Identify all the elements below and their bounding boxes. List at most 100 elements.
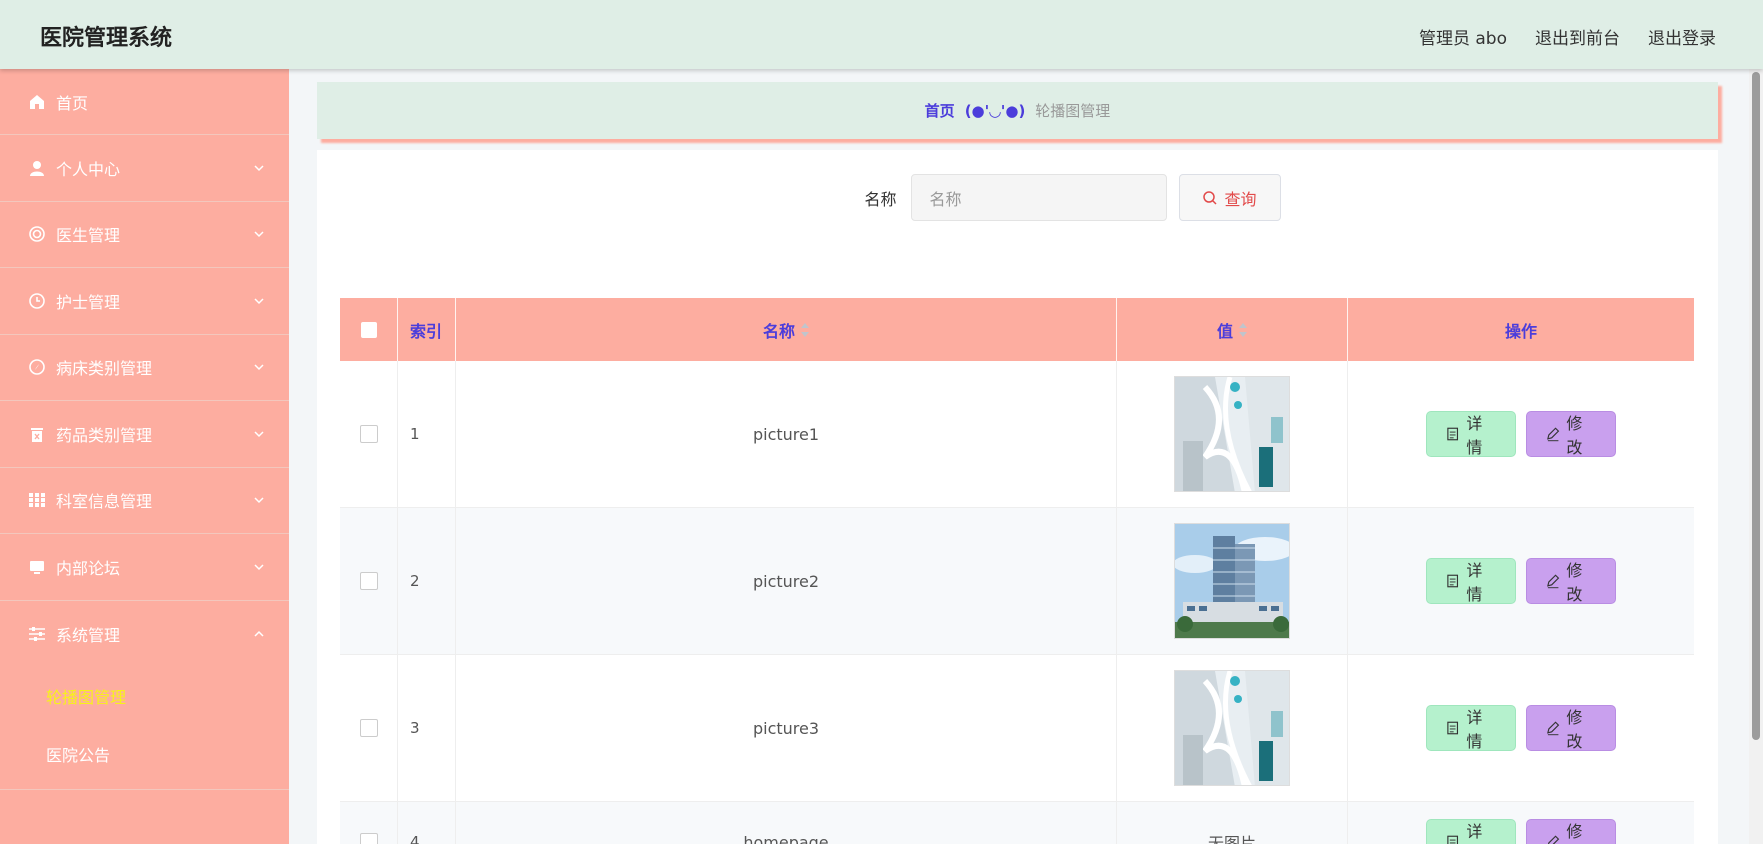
lifebuoy-icon	[28, 225, 46, 243]
pencil-icon	[1547, 835, 1560, 844]
row-checkbox[interactable]	[359, 833, 378, 844]
edit-button[interactable]: 修改	[1526, 819, 1616, 844]
row-name: picture3	[456, 655, 1117, 801]
header-index: 索引	[398, 298, 456, 361]
row-checkbox[interactable]	[359, 425, 378, 443]
header-value[interactable]: 值	[1117, 298, 1348, 361]
detail-button-label: 详情	[1466, 561, 1483, 604]
edit-button-label: 修改	[1566, 414, 1583, 457]
sidebar-item-profile[interactable]: 个人中心	[0, 135, 289, 202]
row-name: homepage	[456, 802, 1117, 844]
sidebar-item-label: 首页	[56, 93, 89, 113]
pencil-icon	[1547, 427, 1560, 442]
header-name[interactable]: 名称	[456, 298, 1117, 361]
search-bar: 名称 名称 查询	[317, 174, 1718, 221]
chevron-down-icon	[254, 431, 264, 437]
pencil-icon	[1547, 574, 1560, 589]
table-row: 1 picture1 详情 修改	[340, 361, 1694, 508]
detail-button[interactable]: 详情	[1426, 558, 1516, 604]
breadcrumb-emoticon: (●'◡'●)	[964, 101, 1026, 120]
sidebar-item-label: 医生管理	[56, 226, 121, 246]
sidebar-item-label: 内部论坛	[56, 558, 121, 578]
sidebar-item-forum[interactable]: 内部论坛	[0, 534, 289, 601]
exit-to-front-link[interactable]: 退出到前台	[1535, 24, 1620, 49]
sidebar-item-label: 病床类别管理	[56, 359, 153, 379]
sidebar-item-departments[interactable]: 科室信息管理	[0, 468, 289, 534]
sidebar-item-drug-categories[interactable]: 药品类别管理	[0, 401, 289, 468]
submenu-item-carousel[interactable]: 轮播图管理	[0, 667, 289, 725]
detail-button[interactable]: 详情	[1426, 411, 1516, 457]
monitor-icon	[28, 558, 46, 576]
sidebar-item-system[interactable]: 系统管理	[0, 601, 289, 668]
document-icon	[1447, 721, 1459, 735]
sidebar-item-label: 个人中心	[56, 159, 121, 179]
row-checkbox[interactable]	[359, 719, 378, 737]
content-panel: 名称 名称 查询 索引 名称 值 操作 1 picture1 详情 修改 2 p…	[317, 150, 1718, 844]
edit-button-label: 修改	[1566, 708, 1583, 751]
detail-button-label: 详情	[1466, 708, 1483, 751]
document-icon	[1447, 574, 1459, 588]
search-button[interactable]: 查询	[1178, 174, 1281, 221]
admin-user-label[interactable]: 管理员 abo	[1419, 24, 1507, 49]
pencil-icon	[1547, 721, 1560, 736]
detail-button[interactable]: 详情	[1426, 819, 1516, 844]
logout-link[interactable]: 退出登录	[1648, 24, 1716, 49]
chevron-down-icon	[254, 497, 264, 504]
detail-button[interactable]: 详情	[1426, 705, 1516, 751]
app-title: 医院管理系统	[40, 26, 173, 51]
select-all-checkbox[interactable]	[360, 321, 377, 338]
search-label: 名称	[864, 189, 897, 209]
detail-button-label: 详情	[1466, 414, 1483, 457]
chevron-down-icon	[254, 364, 264, 371]
table-header: 索引 名称 值 操作	[340, 298, 1694, 361]
chevron-up-icon	[254, 630, 264, 637]
sidebar-item-label: 科室信息管理	[56, 492, 153, 512]
table-row: 4 homepage 无图片 详情 修改	[340, 802, 1694, 844]
sidebar-item-bed-categories[interactable]: 病床类别管理	[0, 335, 289, 401]
sidebar-item-label: 护士管理	[56, 292, 121, 312]
row-select-cell	[340, 508, 398, 654]
sort-icon[interactable]	[1239, 322, 1247, 337]
chevron-down-icon	[254, 165, 264, 171]
grid-icon	[28, 491, 46, 509]
sidebar: 首页 个人中心 医生管理 护士管理 病床类别管理 药品类别管理 科室信息管理 内…	[0, 69, 289, 844]
page-scrollbar-thumb[interactable]	[1752, 72, 1760, 740]
edit-button-label: 修改	[1566, 822, 1583, 841]
row-value: 无图片	[1117, 802, 1348, 844]
sidebar-item-doctors[interactable]: 医生管理	[0, 202, 289, 268]
sidebar-item-label: 系统管理	[56, 625, 121, 645]
row-name: picture2	[456, 508, 1117, 654]
edit-button-label: 修改	[1566, 561, 1583, 604]
edit-button[interactable]: 修改	[1526, 558, 1616, 604]
breadcrumb: 首页 (●'◡'●) 轮播图管理	[317, 82, 1718, 139]
row-index: 4	[398, 802, 456, 844]
row-name: picture1	[456, 361, 1117, 507]
sort-icon[interactable]	[801, 322, 809, 337]
header-actions: 操作	[1504, 321, 1537, 341]
clock-icon	[28, 292, 46, 310]
row-actions: 详情 修改	[1348, 361, 1694, 507]
search-input[interactable]: 名称	[910, 174, 1167, 221]
header-actions: 管理员 abo 退出到前台 退出登录	[1419, 24, 1716, 49]
chevron-down-icon	[254, 298, 264, 304]
breadcrumb-current: 轮播图管理	[1035, 102, 1111, 120]
header-value-label: 值	[1216, 321, 1233, 341]
row-index: 1	[398, 361, 456, 507]
compass-icon	[28, 358, 46, 376]
edit-button[interactable]: 修改	[1526, 705, 1616, 751]
user-icon	[28, 159, 46, 177]
submenu-item-announcements[interactable]: 医院公告	[0, 725, 289, 783]
trash-icon	[28, 425, 46, 443]
row-actions: 详情 修改	[1348, 655, 1694, 801]
sidebar-item-nurses[interactable]: 护士管理	[0, 268, 289, 335]
edit-button[interactable]: 修改	[1526, 411, 1616, 457]
row-checkbox[interactable]	[359, 572, 378, 590]
sidebar-item-home[interactable]: 首页	[0, 69, 289, 135]
document-icon	[1447, 835, 1459, 844]
row-value	[1117, 655, 1348, 801]
row-select-cell	[340, 802, 398, 844]
row-value	[1117, 361, 1348, 507]
document-icon	[1447, 427, 1459, 441]
breadcrumb-home[interactable]: 首页	[925, 100, 955, 121]
row-select-cell	[340, 361, 398, 507]
